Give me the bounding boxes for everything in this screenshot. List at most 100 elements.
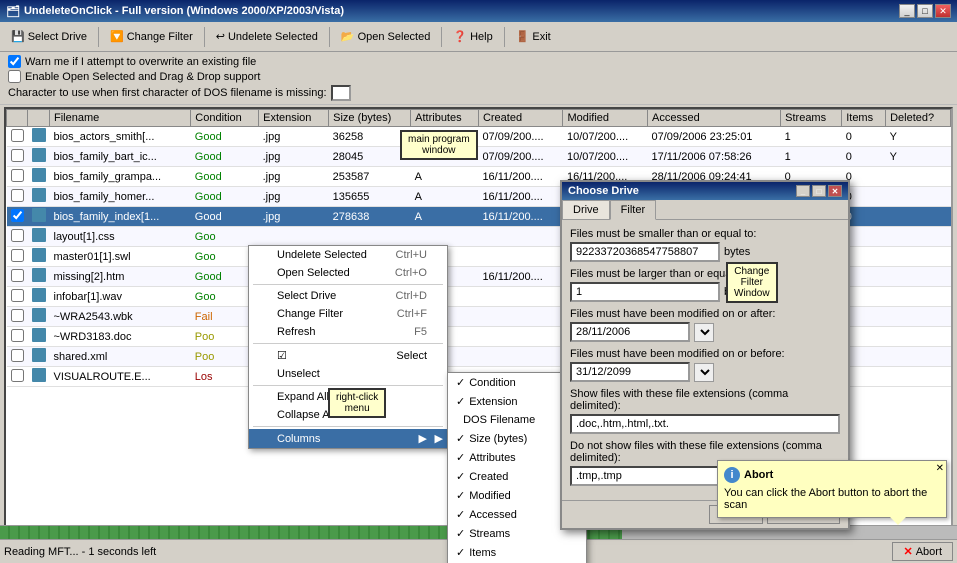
- row-checkbox[interactable]: [11, 309, 24, 322]
- row-checkbox-cell[interactable]: [7, 307, 28, 327]
- col-condition[interactable]: Condition: [191, 110, 259, 127]
- row-created: [478, 327, 563, 347]
- row-checkbox-cell[interactable]: [7, 147, 28, 167]
- row-checkbox-cell[interactable]: [7, 367, 28, 387]
- title-bar: 🗂 UndeleteOnClick - Full version (Window…: [0, 0, 957, 22]
- modified-after-input[interactable]: [570, 322, 690, 342]
- ctx-open-selected[interactable]: Open Selected Ctrl+O: [249, 264, 447, 282]
- tab-drive[interactable]: Drive: [562, 200, 610, 220]
- modified-before-select[interactable]: [694, 363, 714, 382]
- max-size-input[interactable]: [570, 242, 720, 262]
- col-accessed[interactable]: Accessed: [648, 110, 781, 127]
- row-deleted: [886, 267, 951, 287]
- row-checkbox[interactable]: [11, 129, 24, 142]
- warn-overwrite-checkbox[interactable]: [8, 55, 21, 68]
- row-checkbox[interactable]: [11, 149, 24, 162]
- row-icon-cell: [28, 367, 50, 387]
- show-ext-input[interactable]: [570, 414, 840, 434]
- row-checkbox-cell[interactable]: [7, 127, 28, 147]
- ctx-select-drive[interactable]: Select Drive Ctrl+D: [249, 287, 447, 305]
- enable-open-selected-checkbox[interactable]: [8, 70, 21, 83]
- row-checkbox[interactable]: [11, 349, 24, 362]
- row-extension: [259, 227, 329, 247]
- help-button[interactable]: ❓ Help: [446, 27, 499, 46]
- row-checkbox-cell[interactable]: [7, 267, 28, 287]
- row-checkbox-cell[interactable]: [7, 207, 28, 227]
- window-title: UndeleteOnClick - Full version (Windows …: [24, 5, 344, 17]
- change-filter-button[interactable]: 🔽 Change Filter: [103, 27, 200, 46]
- row-checkbox[interactable]: [11, 189, 24, 202]
- minimize-button[interactable]: _: [899, 4, 915, 18]
- modified-before-input[interactable]: [570, 362, 690, 382]
- row-checkbox-cell[interactable]: [7, 227, 28, 247]
- close-button[interactable]: ✕: [935, 4, 951, 18]
- max-size-row: Files must be smaller than or equal to: …: [570, 228, 840, 262]
- open-selected-button[interactable]: 📂 Open Selected: [334, 27, 437, 46]
- col-created[interactable]: Created: [478, 110, 563, 127]
- row-items: 0: [842, 127, 886, 147]
- col-extension[interactable]: Extension: [259, 110, 329, 127]
- warn-overwrite-label[interactable]: Warn me if I attempt to overwrite an exi…: [8, 55, 949, 68]
- row-checkbox[interactable]: [11, 229, 24, 242]
- min-size-input[interactable]: [570, 282, 720, 302]
- ctx-unselect[interactable]: Unselect: [249, 365, 447, 383]
- row-icon-cell: [28, 187, 50, 207]
- ctx-change-filter[interactable]: Change Filter Ctrl+F: [249, 305, 447, 323]
- row-deleted: [886, 327, 951, 347]
- row-icon-cell: [28, 147, 50, 167]
- col-attributes[interactable]: Attributes: [411, 110, 479, 127]
- dialog-close-btn[interactable]: ✕: [828, 185, 842, 197]
- row-icon-cell: [28, 127, 50, 147]
- row-checkbox[interactable]: [11, 169, 24, 182]
- row-checkbox[interactable]: [11, 329, 24, 342]
- min-size-row: Files must be larger than or equal to: b…: [570, 268, 840, 302]
- col-streams[interactable]: Streams: [781, 110, 842, 127]
- abort-button[interactable]: ✕ Abort: [892, 542, 953, 561]
- select-drive-button[interactable]: 💾 Select Drive: [4, 27, 94, 46]
- ctx-sep-3: [253, 385, 443, 386]
- row-extension: .jpg: [259, 167, 329, 187]
- tooltip-close-btn[interactable]: ✕: [936, 463, 944, 474]
- col-modified[interactable]: Modified: [563, 110, 648, 127]
- ctx-refresh[interactable]: Refresh F5: [249, 323, 447, 341]
- row-checkbox-cell[interactable]: [7, 247, 28, 267]
- tooltip-arrow: [890, 517, 906, 525]
- col-size[interactable]: Size (bytes): [329, 110, 411, 127]
- row-condition: Good: [191, 187, 259, 207]
- undelete-selected-button[interactable]: ↩ Undelete Selected: [209, 27, 325, 46]
- col-deleted[interactable]: Deleted?: [886, 110, 951, 127]
- submenu-items[interactable]: ✓Items: [448, 543, 586, 562]
- row-checkbox-cell[interactable]: [7, 327, 28, 347]
- row-checkbox-cell[interactable]: [7, 287, 28, 307]
- show-ext-label: Show files with these file extensions (c…: [570, 388, 840, 412]
- maximize-button[interactable]: □: [917, 4, 933, 18]
- row-size: 135655: [329, 187, 411, 207]
- row-streams: 1: [781, 127, 842, 147]
- dialog-minimize-btn[interactable]: _: [796, 185, 810, 197]
- col-items[interactable]: Items: [842, 110, 886, 127]
- row-checkbox[interactable]: [11, 209, 24, 222]
- row-checkbox-cell[interactable]: [7, 347, 28, 367]
- col-filename[interactable]: Filename: [50, 110, 191, 127]
- row-icon-cell: [28, 327, 50, 347]
- dialog-title-text: Choose Drive: [568, 185, 639, 197]
- ctx-columns[interactable]: Columns ▶: [249, 429, 447, 448]
- tab-filter[interactable]: Filter: [610, 200, 656, 220]
- enable-open-selected-label[interactable]: Enable Open Selected and Drag & Drop sup…: [8, 70, 949, 83]
- abort-tooltip-title-text: Abort: [744, 469, 773, 481]
- table-row[interactable]: bios_family_bart_ic... Good .jpg 28045 A…: [7, 147, 951, 167]
- row-checkbox[interactable]: [11, 369, 24, 382]
- modified-after-select[interactable]: [694, 323, 714, 342]
- exit-label: Exit: [532, 31, 550, 43]
- ctx-select[interactable]: ☑ Select: [249, 346, 447, 365]
- ctx-undelete-selected[interactable]: Undelete Selected Ctrl+U: [249, 246, 447, 264]
- exit-button[interactable]: 🚪 Exit: [509, 27, 558, 46]
- row-checkbox[interactable]: [11, 249, 24, 262]
- row-checkbox-cell[interactable]: [7, 167, 28, 187]
- row-checkbox-cell[interactable]: [7, 187, 28, 207]
- row-checkbox[interactable]: [11, 289, 24, 302]
- dialog-maximize-btn[interactable]: □: [812, 185, 826, 197]
- table-row[interactable]: bios_actors_smith[... Good .jpg 36258 A …: [7, 127, 951, 147]
- row-checkbox[interactable]: [11, 269, 24, 282]
- char-input[interactable]: [331, 85, 351, 101]
